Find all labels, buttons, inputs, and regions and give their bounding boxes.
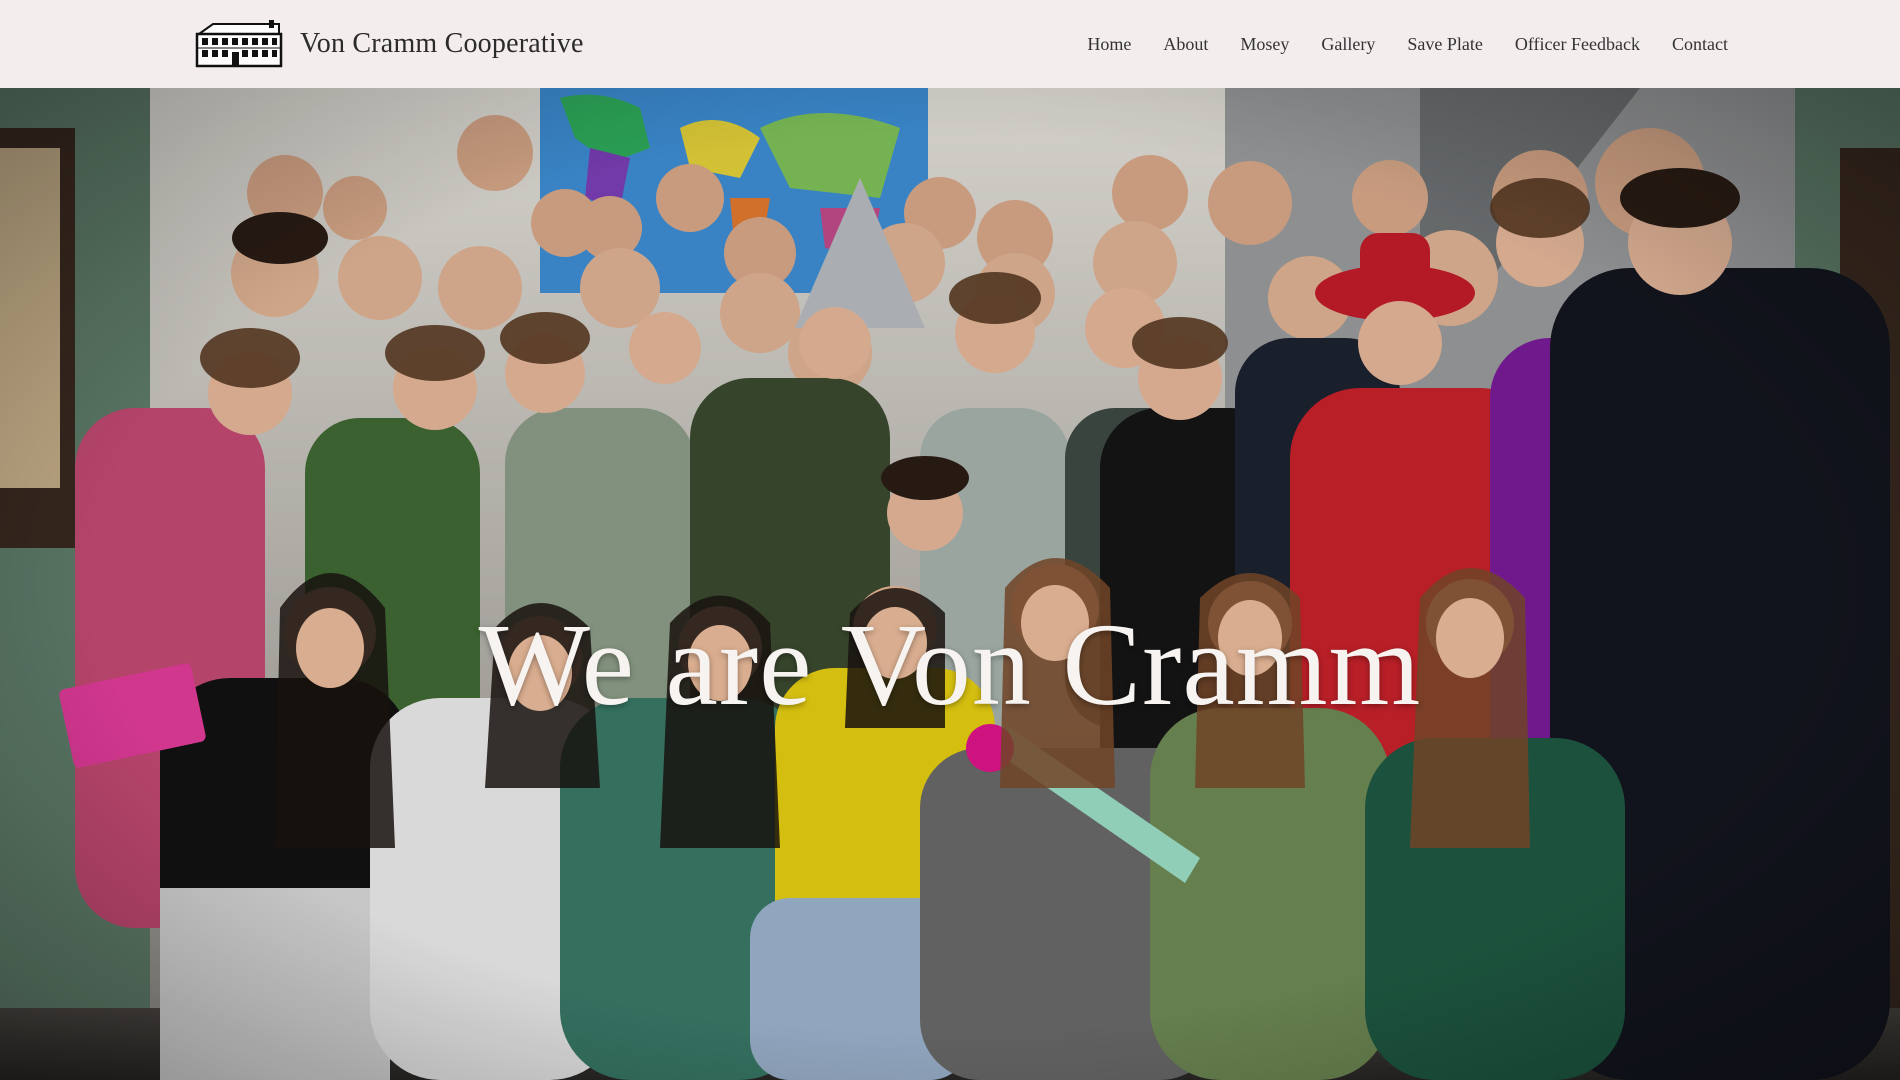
brand[interactable]: Von Cramm Cooperative (193, 20, 584, 68)
site-title[interactable]: Von Cramm Cooperative (300, 28, 584, 60)
nav-item-contact[interactable]: Contact (1672, 34, 1728, 55)
nav-item-officer-feedback[interactable]: Officer Feedback (1515, 34, 1640, 55)
nav-item-gallery[interactable]: Gallery (1321, 34, 1375, 55)
site-header: Von Cramm Cooperative Home About Mosey G… (0, 0, 1900, 88)
nav-item-mosey[interactable]: Mosey (1240, 34, 1289, 55)
group-photo (0, 88, 1900, 1080)
nav-item-home[interactable]: Home (1087, 34, 1131, 55)
house-building-icon[interactable] (193, 20, 285, 68)
hero-section: We are Von Cramm (0, 88, 1900, 1080)
nav-item-save-plate[interactable]: Save Plate (1407, 34, 1482, 55)
nav-item-about[interactable]: About (1163, 34, 1208, 55)
main-nav: Home About Mosey Gallery Save Plate Offi… (1055, 0, 1728, 88)
hero-heading: We are Von Cramm (478, 599, 1422, 731)
